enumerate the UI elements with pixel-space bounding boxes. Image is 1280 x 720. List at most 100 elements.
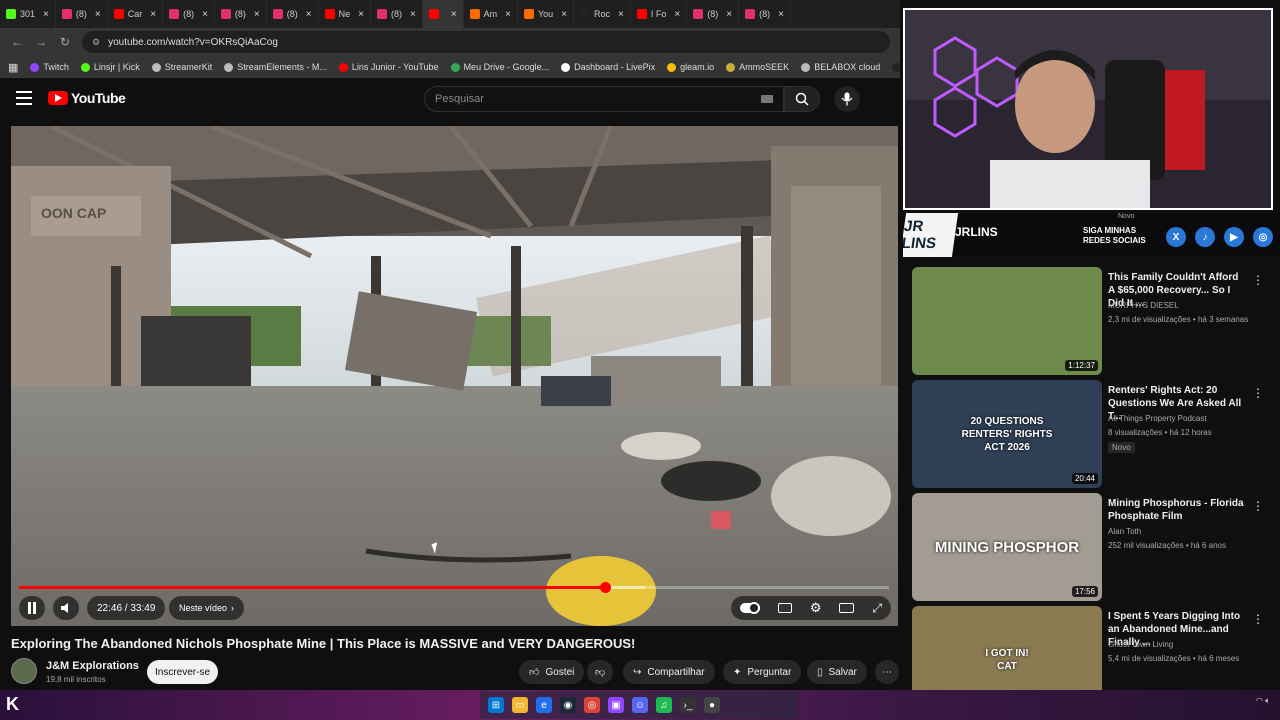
browser-tab[interactable]: I Fo ×	[631, 0, 688, 28]
close-tab-icon[interactable]: ×	[726, 9, 732, 20]
subtitles-icon[interactable]	[777, 603, 792, 613]
bookmark-item[interactable]: Twitch	[30, 62, 69, 72]
voice-search-button[interactable]	[834, 86, 860, 112]
obs-icon[interactable]: ●	[704, 697, 720, 713]
recommendation-item[interactable]: 20 QUESTIONS RENTERS' RIGHTS ACT 2026 20:44…	[912, 380, 1272, 488]
close-tab-icon[interactable]: ×	[254, 9, 260, 20]
volume-button[interactable]	[53, 596, 79, 620]
browser-tab[interactable]: (8) ×	[739, 0, 791, 28]
back-arrow-icon[interactable]: ←	[10, 35, 24, 49]
seek-bar[interactable]	[19, 582, 889, 593]
windows-start-icon[interactable]: ⊞	[488, 697, 504, 713]
browser-tab[interactable]: Roc ×	[574, 0, 631, 28]
close-tab-icon[interactable]: ×	[451, 9, 457, 20]
video-player[interactable]: OON CAP 22:46 / 33:49 Neste vídeo › ⚙ ⤢	[11, 126, 898, 626]
settings-gear-icon[interactable]: ⚙	[810, 600, 822, 616]
browser-tab[interactable]: (8) ×	[267, 0, 319, 28]
video-thumbnail[interactable]: 20 QUESTIONS RENTERS' RIGHTS ACT 2026 20:44	[912, 380, 1102, 488]
reload-icon[interactable]: ↻	[58, 35, 72, 49]
browser-tab[interactable]: Car ×	[108, 0, 164, 28]
bookmark-item[interactable]: Dashboard - LivePix	[561, 62, 655, 72]
twitch-icon[interactable]: ▣	[608, 697, 624, 713]
bookmark-item[interactable]: Lins Junior - YouTube	[338, 62, 439, 72]
chrome-icon[interactable]: ◎	[584, 697, 600, 713]
youtube-logo[interactable]: YouTube	[48, 90, 126, 106]
wifi-icon[interactable]: ◠	[1256, 696, 1263, 705]
save-button[interactable]: ▯ Salvar	[807, 660, 867, 684]
browser-tab[interactable]: (8) ×	[687, 0, 740, 28]
bookmark-item[interactable]: StreamElements - M...	[224, 62, 327, 72]
channel-name[interactable]: J&M Explorations	[46, 660, 139, 672]
close-tab-icon[interactable]: ×	[43, 9, 49, 20]
address-bar[interactable]: ⚙ youtube.com/watch?v=OKRsQiAaCog	[82, 31, 890, 53]
browser-tab[interactable]: 301 ×	[0, 0, 56, 28]
bookmark-item[interactable]: AmmoSEEK	[726, 62, 789, 72]
browser-tab[interactable]: ×	[422, 0, 464, 28]
pause-button[interactable]	[19, 596, 45, 620]
bookmark-item[interactable]: Nightbot - Comm	[892, 62, 900, 72]
close-tab-icon[interactable]: ×	[202, 9, 208, 20]
apps-grid-icon[interactable]: ▦	[8, 61, 18, 74]
browser-tab[interactable]: Ne ×	[319, 0, 371, 28]
channel-avatar[interactable]	[11, 658, 37, 684]
close-tab-icon[interactable]: ×	[150, 9, 156, 20]
more-actions-button[interactable]: ⋯	[875, 660, 899, 684]
close-tab-icon[interactable]: ×	[778, 9, 784, 20]
dislike-button[interactable]: 👎︎	[587, 660, 614, 684]
video-thumbnail[interactable]: 1:12:37	[912, 267, 1102, 375]
subscribe-button[interactable]: Inscrever-se	[147, 660, 218, 684]
recommendation-item[interactable]: I GOT IN! CAT I Spent 5 Years Digging Into…	[912, 606, 1272, 690]
close-tab-icon[interactable]: ×	[358, 9, 364, 20]
hamburger-menu-icon[interactable]	[16, 91, 32, 105]
bookmark-item[interactable]: Meu Drive - Google...	[450, 62, 549, 72]
search-button[interactable]	[784, 86, 820, 112]
search-input[interactable]: Pesquisar	[424, 86, 784, 112]
bookmark-item[interactable]: Linsjr | Kick	[80, 62, 140, 72]
fullscreen-icon[interactable]: ⤢	[872, 601, 882, 616]
recommendation-channel[interactable]: Alan Toth	[1108, 527, 1141, 536]
browser-tab[interactable]: (8) ×	[371, 0, 423, 28]
recommendation-item[interactable]: MINING PHOSPHOR 17:56 Mining Phosphorus - …	[912, 493, 1272, 601]
close-tab-icon[interactable]: ×	[618, 9, 624, 20]
recommendation-channel[interactable]: MURPHYS DIESEL	[1108, 301, 1179, 310]
forward-arrow-icon[interactable]: →	[34, 35, 48, 49]
discord-icon[interactable]: ☺	[632, 697, 648, 713]
ask-button[interactable]: ✦ Perguntar	[723, 660, 802, 684]
file-explorer-icon[interactable]: ▭	[512, 697, 528, 713]
terminal-icon[interactable]: ›_	[680, 697, 696, 713]
more-vertical-icon[interactable]: ⋮	[1252, 386, 1264, 400]
video-thumbnail[interactable]: MINING PHOSPHOR 17:56	[912, 493, 1102, 601]
close-tab-icon[interactable]: ×	[561, 9, 567, 20]
recommendation-title[interactable]: Mining Phosphorus - Florida Phosphate Fi…	[1108, 497, 1246, 523]
browser-tab[interactable]: You ×	[518, 0, 575, 28]
more-vertical-icon[interactable]: ⋮	[1252, 273, 1264, 287]
close-tab-icon[interactable]: ×	[95, 9, 101, 20]
close-tab-icon[interactable]: ×	[410, 9, 416, 20]
browser-tab[interactable]: (8) ×	[163, 0, 215, 28]
browser-tab[interactable]: (8) ×	[215, 0, 267, 28]
browser-tab[interactable]: Am ×	[464, 0, 518, 28]
bookmark-item[interactable]: BELABOX cloud	[801, 62, 880, 72]
recommendation-channel[interactable]: Ghost Town Living	[1108, 640, 1173, 649]
chapters-button[interactable]: Neste vídeo ›	[169, 596, 245, 620]
bookmark-item[interactable]: gleam.io	[667, 62, 714, 72]
steam-icon[interactable]: ◉	[560, 697, 576, 713]
close-tab-icon[interactable]: ×	[306, 9, 312, 20]
seek-handle[interactable]	[599, 582, 611, 593]
close-tab-icon[interactable]: ×	[674, 9, 680, 20]
more-vertical-icon[interactable]: ⋮	[1252, 612, 1264, 626]
browser-tab[interactable]: (8) ×	[56, 0, 108, 28]
speaker-icon[interactable]: 🔈︎	[1265, 696, 1270, 705]
more-vertical-icon[interactable]: ⋮	[1252, 499, 1264, 513]
autoplay-toggle[interactable]	[739, 602, 760, 614]
like-button[interactable]: 👍︎ Gostei	[519, 660, 585, 684]
video-thumbnail[interactable]: I GOT IN! CAT	[912, 606, 1102, 690]
edge-icon[interactable]: e	[536, 697, 552, 713]
recommendation-item[interactable]: 1:12:37 This Family Couldn't Afford A $65…	[912, 267, 1272, 375]
recommendation-channel[interactable]: All Things Property Podcast	[1108, 414, 1207, 423]
close-tab-icon[interactable]: ×	[505, 9, 511, 20]
theater-mode-icon[interactable]	[839, 603, 855, 613]
site-info-icon[interactable]: ⚙	[92, 37, 100, 48]
bookmark-item[interactable]: StreamerKit	[151, 62, 212, 72]
share-button[interactable]: ↪ Compartilhar	[623, 660, 715, 684]
